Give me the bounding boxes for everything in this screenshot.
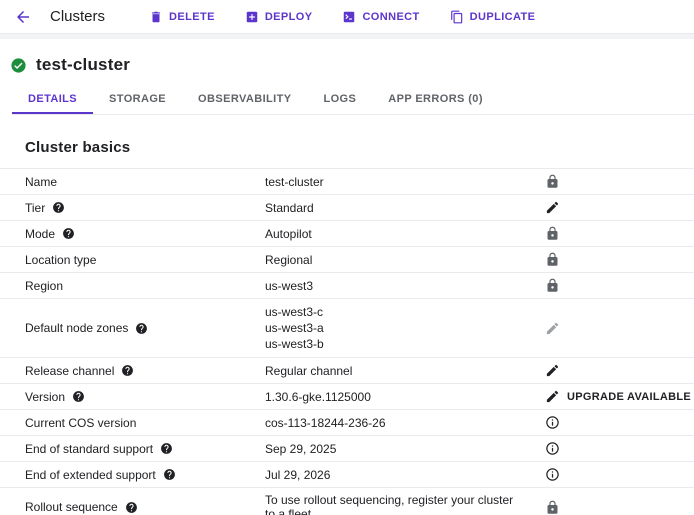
row-label: Current COS version	[25, 416, 136, 430]
help-icon[interactable]	[135, 322, 148, 335]
row-value: us-west3	[265, 279, 515, 293]
row-label: Name	[25, 175, 57, 189]
duplicate-button[interactable]: DUPLICATE	[442, 6, 544, 28]
table-row: Name test-cluster	[0, 168, 694, 194]
row-value: us-west3-cus-west3-aus-west3-b	[265, 304, 515, 352]
tab-app-errors-0[interactable]: APP ERRORS (0)	[372, 85, 499, 114]
row-value: Jul 29, 2026	[265, 468, 515, 482]
table-row: End of extended support Jul 29, 2026	[0, 461, 694, 487]
row-label: End of extended support	[25, 468, 156, 482]
delete-button[interactable]: DELETE	[141, 6, 223, 28]
table-row: Current COS version cos-113-18244-236-26	[0, 409, 694, 435]
row-value-line: us-west3-c	[265, 304, 515, 320]
lock-icon	[545, 500, 560, 515]
row-label: Mode	[25, 227, 55, 241]
table-row: Rollout sequence To use rollout sequencin…	[0, 487, 694, 515]
deploy-icon	[245, 10, 259, 24]
duplicate-icon	[450, 10, 464, 24]
cluster-title-row: test-cluster	[0, 39, 694, 85]
row-value: test-cluster	[265, 175, 515, 189]
connect-button[interactable]: CONNECT	[334, 6, 427, 28]
edit-icon	[545, 321, 560, 336]
deploy-button[interactable]: DEPLOY	[237, 6, 321, 28]
page-header: Clusters DELETE DEPLOY CONNECT DUPLICATE	[0, 0, 694, 33]
row-label: Default node zones	[25, 321, 128, 335]
help-icon[interactable]	[121, 364, 134, 377]
help-icon[interactable]	[163, 468, 176, 481]
row-value: cos-113-18244-236-26	[265, 416, 515, 430]
edit-icon[interactable]	[545, 363, 560, 378]
lock-icon	[545, 252, 560, 267]
info-icon	[545, 441, 560, 456]
help-icon[interactable]	[72, 390, 85, 403]
row-value: 1.30.6-gke.1125000	[265, 390, 515, 404]
tab-storage[interactable]: STORAGE	[93, 85, 182, 114]
action-label: DEPLOY	[265, 11, 313, 23]
info-icon	[545, 415, 560, 430]
row-value: Standard	[265, 201, 515, 215]
help-icon[interactable]	[125, 501, 138, 514]
table-row: Location type Regional	[0, 246, 694, 272]
row-value: Autopilot	[265, 227, 515, 241]
table-row: Default node zones us-west3-cus-west3-aus…	[0, 298, 694, 357]
connect-icon	[342, 10, 356, 24]
table-row: End of standard support Sep 29, 2025	[0, 435, 694, 461]
page-title: Clusters	[50, 8, 105, 25]
tab-logs[interactable]: LOGS	[307, 85, 372, 114]
upgrade-available-label[interactable]: UPGRADE AVAILABLE	[567, 391, 691, 403]
table-row: Mode Autopilot	[0, 220, 694, 246]
row-value: Regional	[265, 253, 515, 267]
action-label: DUPLICATE	[470, 11, 536, 23]
row-value-line: us-west3-b	[265, 336, 515, 352]
section-title: Cluster basics	[25, 139, 694, 156]
toolbar: DELETE DEPLOY CONNECT DUPLICATE	[141, 6, 557, 28]
row-label: Rollout sequence	[25, 500, 118, 514]
table-row: Tier Standard	[0, 194, 694, 220]
row-label: Version	[25, 390, 65, 404]
row-label: Location type	[25, 253, 96, 267]
lock-icon	[545, 226, 560, 241]
status-ok-icon	[10, 57, 27, 74]
table-row: Version 1.30.6-gke.1125000 UPGRADE AVAILAB…	[0, 383, 694, 409]
row-label: End of standard support	[25, 442, 153, 456]
action-label: CONNECT	[362, 11, 419, 23]
row-label: Tier	[25, 201, 45, 215]
info-icon	[545, 467, 560, 482]
tab-details[interactable]: DETAILS	[12, 85, 93, 114]
edit-icon[interactable]	[545, 389, 560, 404]
help-icon[interactable]	[62, 227, 75, 240]
help-icon[interactable]	[52, 201, 65, 214]
row-value: Sep 29, 2025	[265, 442, 515, 456]
row-value: Regular channel	[265, 364, 515, 378]
help-icon[interactable]	[160, 442, 173, 455]
row-label: Release channel	[25, 364, 114, 378]
back-arrow-icon[interactable]	[12, 6, 34, 28]
row-label: Region	[25, 279, 63, 293]
lock-icon	[545, 174, 560, 189]
edit-icon[interactable]	[545, 200, 560, 215]
cluster-basics-table: Name test-cluster Tier Standard Mode Autopilo…	[0, 168, 694, 515]
tab-bar: DETAILSSTORAGEOBSERVABILITYLOGSAPP ERROR…	[12, 85, 694, 115]
row-value: To use rollout sequencing, register your…	[265, 493, 515, 515]
table-row: Region us-west3	[0, 272, 694, 298]
table-row: Release channel Regular channel	[0, 357, 694, 383]
delete-icon	[149, 10, 163, 24]
action-label: DELETE	[169, 11, 215, 23]
tab-observability[interactable]: OBSERVABILITY	[182, 85, 307, 114]
cluster-name: test-cluster	[36, 55, 130, 75]
lock-icon	[545, 278, 560, 293]
row-value-line: us-west3-a	[265, 320, 515, 336]
